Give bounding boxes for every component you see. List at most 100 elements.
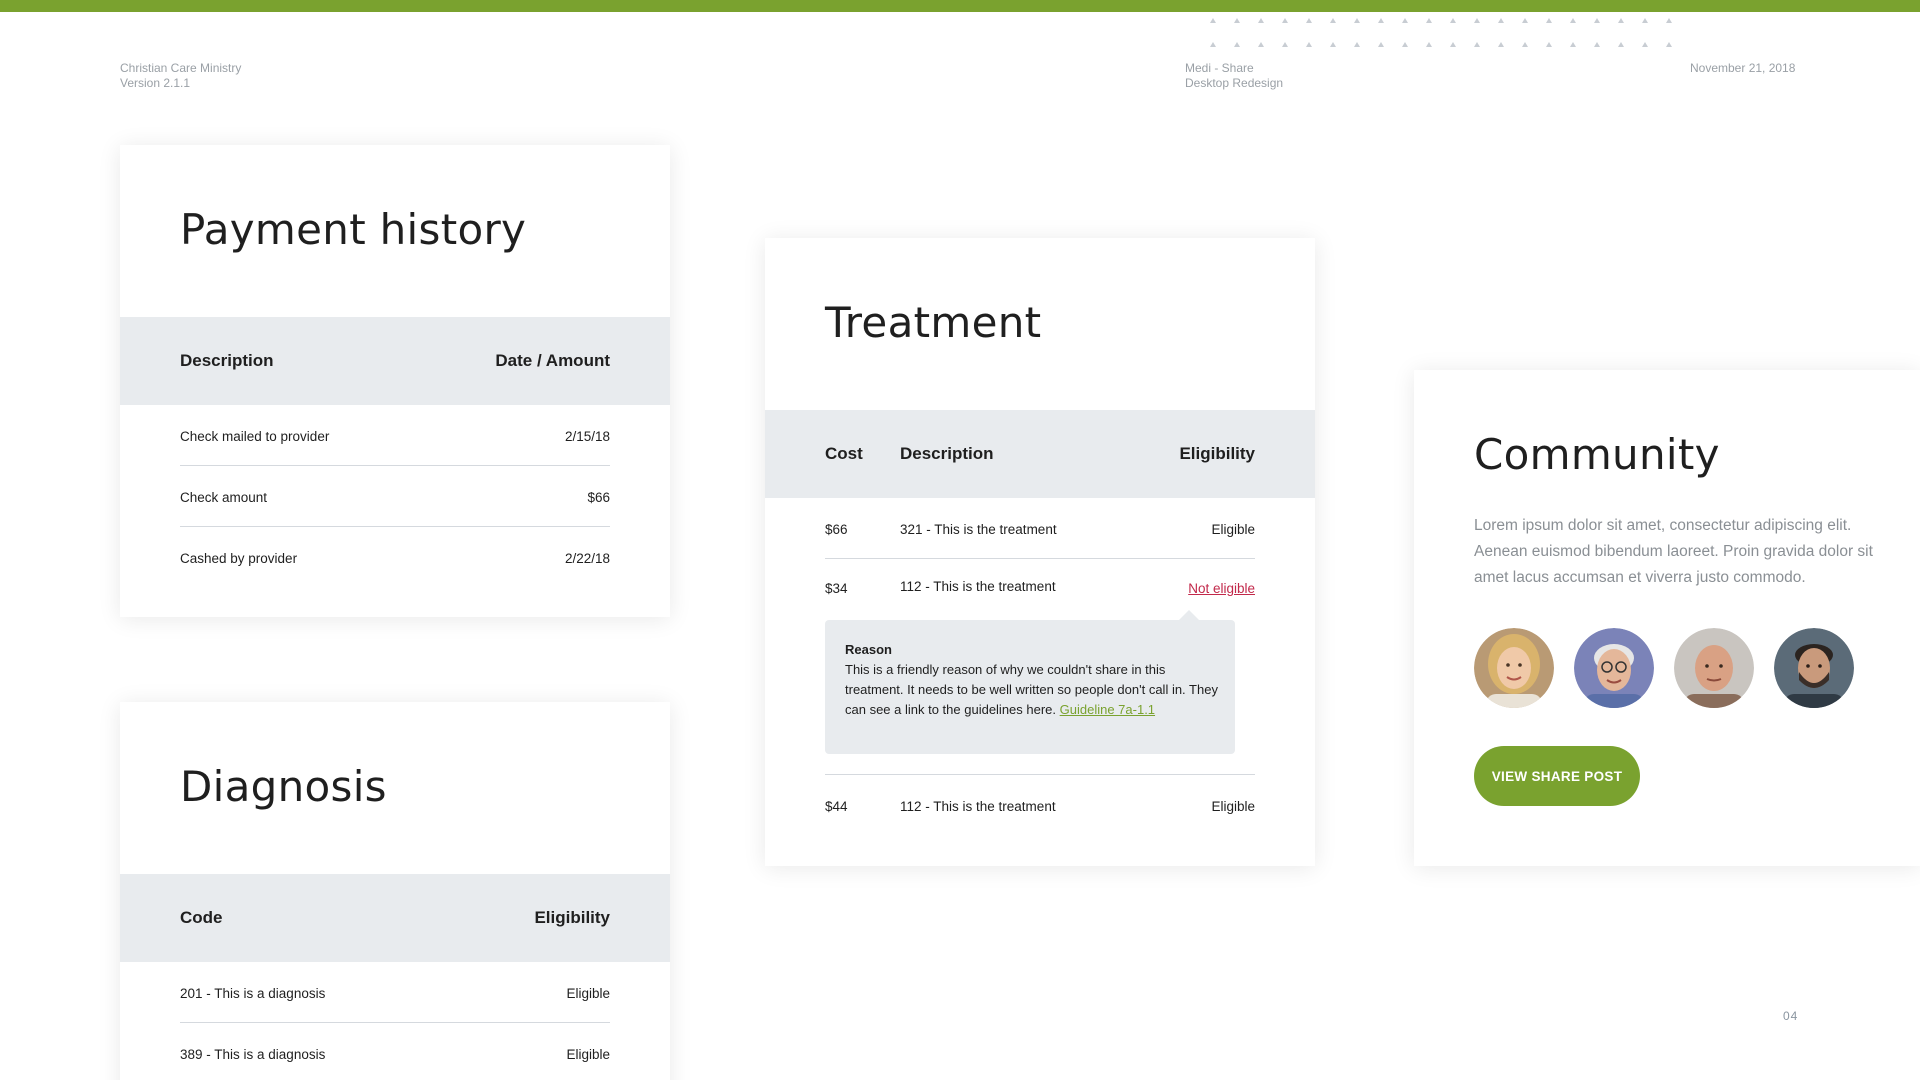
avatar-older-man-glasses[interactable] (1574, 628, 1654, 708)
grid-dot (1474, 42, 1480, 47)
diagnosis-card: Diagnosis Code Eligibility 201 - This is… (120, 702, 670, 1080)
grid-dot (1234, 18, 1240, 23)
row-eligibility: Eligible (1211, 799, 1255, 814)
grid-dot (1282, 18, 1288, 23)
row-code: 201 - This is a diagnosis (180, 986, 326, 1001)
table-row: $44 112 - This is the treatment Eligible (825, 774, 1255, 835)
design-page: Christian Care Ministry Version 2.1.1 Me… (0, 0, 1920, 1080)
table-row: 201 - This is a diagnosis Eligible (180, 962, 610, 1023)
row-eligibility: Eligible (566, 986, 610, 1001)
grid-dot (1402, 18, 1408, 23)
grid-dot (1642, 18, 1648, 23)
header-project-info: Medi - Share Desktop Redesign (1185, 61, 1283, 91)
grid-dot (1666, 18, 1672, 23)
grid-dot (1330, 18, 1336, 23)
grid-dot (1234, 42, 1240, 47)
grid-dot (1570, 42, 1576, 47)
treatment-card: Treatment Cost Description Eligibility $… (765, 238, 1315, 866)
reason-text: This is a friendly reason of why we coul… (845, 660, 1225, 720)
grid-dot (1426, 42, 1432, 47)
table-row: 389 - This is a diagnosis Eligible (180, 1023, 610, 1080)
grid-dot (1354, 18, 1360, 23)
community-description: Lorem ipsum dolor sit amet, consectetur … (1474, 517, 1873, 586)
decorative-dot-grid (1210, 14, 1690, 50)
column-header-description: Description (180, 351, 274, 370)
row-description: 321 - This is the treatment (900, 522, 1057, 537)
avatar-older-man-bald[interactable] (1674, 628, 1754, 708)
row-description: Check mailed to provider (180, 429, 330, 444)
card-title: Payment history (180, 205, 527, 254)
date-label: November 21, 2018 (1690, 61, 1796, 75)
row-eligibility: Eligible (566, 1047, 610, 1062)
avatar-image (1474, 628, 1554, 708)
header-client-info: Christian Care Ministry Version 2.1.1 (120, 61, 241, 91)
grid-dot (1282, 42, 1288, 47)
column-header-code: Code (180, 908, 223, 927)
grid-dot (1642, 42, 1648, 47)
grid-dot (1378, 18, 1384, 23)
grid-dot (1594, 18, 1600, 23)
not-eligible-link[interactable]: Not eligible (1188, 581, 1255, 596)
project-name: Medi - Share (1185, 61, 1254, 75)
avatar-woman-blonde[interactable] (1474, 628, 1554, 708)
row-value: $66 (587, 490, 610, 505)
avatar-image (1774, 628, 1854, 708)
row-description: 112 - This is the treatment (900, 579, 1056, 594)
row-cost: $66 (825, 522, 848, 537)
table-header: Code Eligibility (120, 874, 670, 962)
card-title: Treatment (825, 298, 1042, 347)
view-share-post-button[interactable]: VIEW SHARE POST (1474, 746, 1640, 806)
grid-dot (1258, 42, 1264, 47)
grid-dot (1402, 42, 1408, 47)
row-cost: $44 (825, 799, 848, 814)
tooltip-arrow (1179, 610, 1199, 620)
grid-dot (1330, 42, 1336, 47)
grid-dot (1546, 18, 1552, 23)
grid-dot (1546, 42, 1552, 47)
top-accent-bar (0, 0, 1920, 12)
grid-dot (1522, 42, 1528, 47)
table-row: $66 321 - This is the treatment Eligible (825, 498, 1255, 559)
table-row: Cashed by provider 2/22/18 (180, 527, 610, 588)
guideline-link[interactable]: Guideline 7a-1.1 (1060, 702, 1155, 717)
column-header-date-amount: Date / Amount (495, 351, 610, 370)
grid-dot (1570, 18, 1576, 23)
avatar-image (1674, 628, 1754, 708)
grid-dot (1474, 18, 1480, 23)
column-header-cost: Cost (825, 444, 863, 463)
grid-dot (1354, 42, 1360, 47)
page-number: 04 (1783, 1009, 1799, 1023)
grid-dot (1666, 42, 1672, 47)
grid-dot (1306, 18, 1312, 23)
avatar-image (1574, 628, 1654, 708)
row-description: 112 - This is the treatment (900, 799, 1056, 814)
reason-tooltip: Reason This is a friendly reason of why … (825, 610, 1235, 754)
grid-dot (1522, 18, 1528, 23)
table-header: Description Date / Amount (120, 317, 670, 405)
card-title: Diagnosis (180, 762, 387, 811)
grid-dot (1618, 18, 1624, 23)
reason-title: Reason (845, 642, 892, 657)
row-value: 2/22/18 (564, 551, 610, 566)
payment-history-card: Payment history Description Date / Amoun… (120, 145, 670, 617)
reason-body: This is a friendly reason of why we coul… (845, 662, 1218, 717)
grid-dot (1306, 42, 1312, 47)
table-header: Cost Description Eligibility (765, 410, 1315, 498)
grid-dot (1450, 18, 1456, 23)
table-row: Check mailed to provider 2/15/18 (180, 405, 610, 466)
header-date: November 21, 2018 (1690, 61, 1795, 76)
grid-dot (1426, 18, 1432, 23)
grid-dot (1498, 18, 1504, 23)
table-row: Check amount $66 (180, 466, 610, 527)
client-name: Christian Care Ministry (120, 61, 242, 75)
grid-dot (1498, 42, 1504, 47)
avatar-young-man-beard[interactable] (1774, 628, 1854, 708)
column-header-eligibility: Eligibility (1179, 444, 1255, 463)
column-header-eligibility: Eligibility (534, 908, 610, 927)
grid-dot (1594, 42, 1600, 47)
row-eligibility: Eligible (1211, 522, 1255, 537)
card-title: Community (1474, 430, 1720, 479)
grid-dot (1618, 42, 1624, 47)
column-header-description: Description (900, 444, 994, 463)
project-subtitle: Desktop Redesign (1185, 76, 1284, 90)
